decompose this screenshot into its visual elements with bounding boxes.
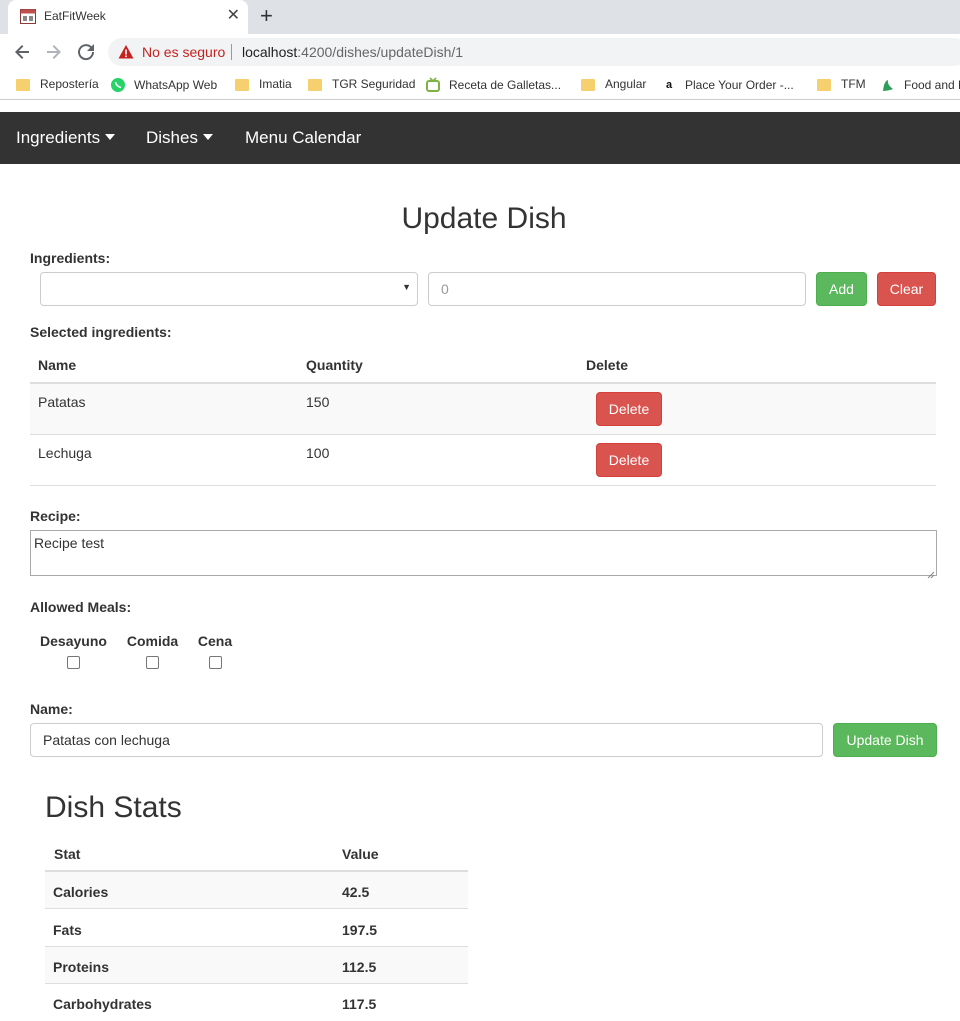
ingredient-select[interactable]: ▼: [40, 272, 418, 306]
resize-grip-icon[interactable]: [927, 566, 935, 579]
column-header-name: Name: [38, 357, 77, 373]
food-site-icon: [880, 77, 896, 93]
stat-value: 112.5: [342, 959, 377, 975]
bookmark-tgr-seguridad[interactable]: TGR Seguridad: [308, 77, 415, 91]
browser-tabstrip: EatFitWeek ✕ +: [0, 0, 960, 34]
forward-arrow-icon[interactable]: [42, 40, 66, 64]
stat-value: 117.5: [342, 996, 377, 1012]
new-tab-icon[interactable]: +: [260, 4, 273, 28]
ingredient-name: Patatas: [38, 394, 86, 410]
column-header-value: Value: [342, 846, 379, 862]
stat-row: Proteins 112.5: [45, 947, 468, 984]
app-navbar: Ingredients Dishes Menu Calendar: [0, 112, 960, 164]
meal-option-comida: Comida: [126, 633, 179, 669]
ingredient-quantity: 100: [306, 445, 330, 461]
bookmarks-bar: Repostería WhatsApp Web Imatia TGR Segur…: [0, 70, 960, 100]
folder-icon: [581, 79, 595, 91]
bookmark-angular[interactable]: Angular: [581, 77, 646, 91]
app-favicon-icon: [20, 9, 36, 24]
stat-name: Proteins: [53, 959, 110, 975]
folder-icon: [308, 79, 322, 91]
dropdown-arrow-icon: ▼: [402, 282, 411, 292]
bookmark-imatia[interactable]: Imatia: [235, 77, 292, 91]
meal-label: Cena: [197, 633, 233, 649]
recipe-site-icon: [425, 77, 441, 93]
dish-stats-title: Dish Stats: [45, 791, 182, 824]
nav-dishes-dropdown[interactable]: Dishes: [146, 128, 213, 148]
page-title: Update Dish: [401, 202, 567, 235]
quantity-input[interactable]: 0: [428, 272, 806, 306]
browser-toolbar: No es seguro localhost:4200/dishes/updat…: [0, 34, 960, 70]
nav-ingredients-dropdown[interactable]: Ingredients: [16, 128, 116, 148]
whatsapp-icon: [110, 77, 126, 93]
stat-value: 197.5: [342, 922, 378, 938]
dish-name-input[interactable]: Patatas con lechuga: [30, 723, 823, 757]
bookmark-whatsapp[interactable]: WhatsApp Web: [110, 77, 217, 93]
ingredient-quantity: 150: [306, 394, 330, 410]
allowed-meals-label: Allowed Meals:: [30, 599, 132, 615]
table-row: Lechuga 100 Delete: [30, 435, 936, 486]
stat-name: Fats: [53, 922, 82, 938]
folder-icon: [817, 79, 831, 91]
stat-name: Calories: [53, 884, 109, 900]
meal-option-cena: Cena: [197, 633, 233, 669]
meal-option-desayuno: Desayuno: [40, 633, 107, 669]
name-label: Name:: [30, 701, 73, 717]
comida-checkbox[interactable]: [146, 656, 159, 669]
bookmark-reposteria[interactable]: Repostería: [16, 77, 99, 91]
update-dish-button[interactable]: Update Dish: [833, 723, 937, 757]
clear-button[interactable]: Clear: [877, 272, 936, 306]
amazon-icon: a: [665, 79, 673, 91]
selected-ingredients-label: Selected ingredients:: [30, 324, 172, 340]
folder-icon: [235, 79, 249, 91]
bookmark-place-your-order[interactable]: a Place Your Order -...: [661, 77, 794, 93]
ingredients-label: Ingredients:: [30, 250, 111, 266]
column-header-delete: Delete: [586, 357, 629, 373]
address-bar[interactable]: No es seguro localhost:4200/dishes/updat…: [108, 38, 960, 66]
reload-icon[interactable]: [74, 40, 98, 64]
tab-title: EatFitWeek: [44, 9, 106, 23]
column-header-quantity: Quantity: [306, 357, 363, 373]
bookmark-receta-galletas[interactable]: Receta de Galletas...: [425, 77, 561, 93]
delete-ingredient-button[interactable]: Delete: [596, 392, 662, 426]
url-text[interactable]: localhost:4200/dishes/updateDish/1: [242, 44, 463, 60]
folder-icon: [16, 79, 30, 91]
table-row: Patatas 150 Delete: [30, 384, 936, 435]
stat-name: Carbohydrates: [53, 996, 152, 1012]
recipe-textarea[interactable]: Recipe test: [30, 530, 937, 579]
recipe-label: Recipe:: [30, 508, 81, 524]
warning-icon[interactable]: [118, 44, 134, 60]
meal-label: Comida: [126, 633, 179, 649]
stat-row: Calories 42.5: [45, 872, 468, 909]
security-status[interactable]: No es seguro: [142, 44, 225, 60]
meal-label: Desayuno: [40, 633, 107, 649]
bookmark-tfm[interactable]: TFM: [817, 77, 866, 91]
nav-menu-calendar[interactable]: Menu Calendar: [245, 128, 361, 148]
desayuno-checkbox[interactable]: [67, 656, 80, 669]
bookmark-food-and-f[interactable]: Food and F: [880, 77, 960, 93]
delete-ingredient-button[interactable]: Delete: [596, 443, 662, 477]
stat-row: Fats 197.5: [45, 910, 468, 947]
stat-row: Carbohydrates 117.5: [45, 984, 468, 1021]
browser-tab[interactable]: EatFitWeek ✕: [8, 0, 248, 34]
cena-checkbox[interactable]: [208, 656, 222, 669]
close-tab-icon[interactable]: ✕: [227, 7, 240, 25]
column-header-stat: Stat: [54, 846, 81, 862]
stat-value: 42.5: [342, 884, 370, 900]
caret-down-icon: [202, 133, 213, 140]
address-divider: [231, 44, 232, 60]
caret-down-icon: [105, 133, 116, 140]
ingredient-name: Lechuga: [38, 445, 92, 461]
back-arrow-icon[interactable]: [10, 40, 34, 64]
add-ingredient-button[interactable]: Add: [816, 272, 867, 306]
